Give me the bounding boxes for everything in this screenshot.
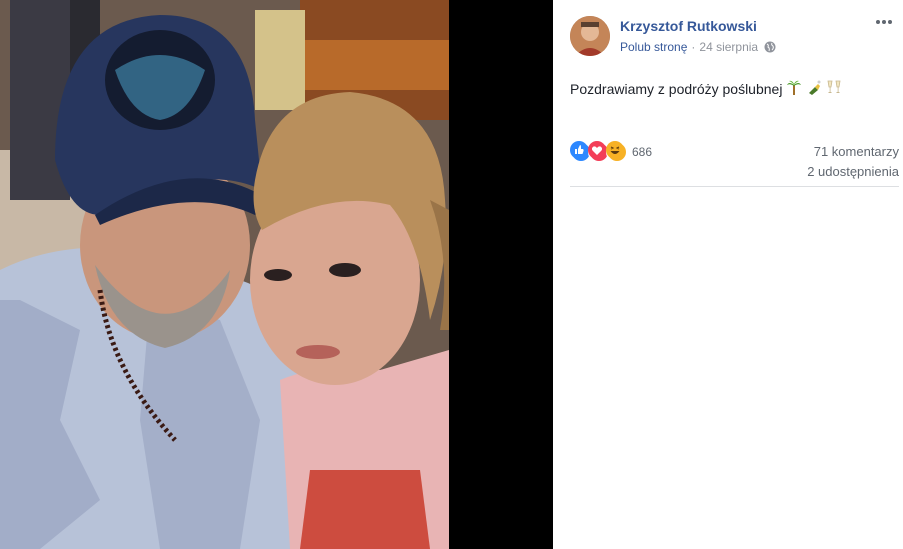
divider <box>570 186 899 187</box>
post-meta: Polub stronę · 24 sierpnia <box>620 40 776 54</box>
author-name[interactable]: Krzysztof Rutkowski <box>620 18 757 34</box>
haha-reaction-icon <box>606 141 628 163</box>
post-photo[interactable] <box>0 0 553 549</box>
meta-separator: · <box>691 40 696 54</box>
reactions-summary[interactable]: 686 <box>570 141 652 163</box>
comments-count-link[interactable]: 71 komentarzy <box>814 144 899 159</box>
post-message: Pozdrawiamy z podróży poślubnej <box>570 80 783 97</box>
author-avatar[interactable] <box>570 16 610 56</box>
like-page-link[interactable]: Polub stronę <box>620 40 687 54</box>
palm-tree-icon <box>786 79 802 98</box>
more-options-icon[interactable] <box>873 14 895 30</box>
reactions-count: 686 <box>632 145 653 159</box>
photo-illustration <box>0 0 553 549</box>
globe-icon[interactable] <box>764 41 776 53</box>
shares-count-link[interactable]: 2 udostępnienia <box>807 164 899 179</box>
champagne-bottle-icon <box>806 79 822 98</box>
post-date[interactable]: 24 sierpnia <box>699 40 758 54</box>
clinking-glasses-icon <box>826 79 842 98</box>
post-side-panel: Krzysztof Rutkowski Polub stronę · 24 si… <box>553 0 903 549</box>
post-text: Pozdrawiamy z podróży poślubnej <box>570 79 842 98</box>
